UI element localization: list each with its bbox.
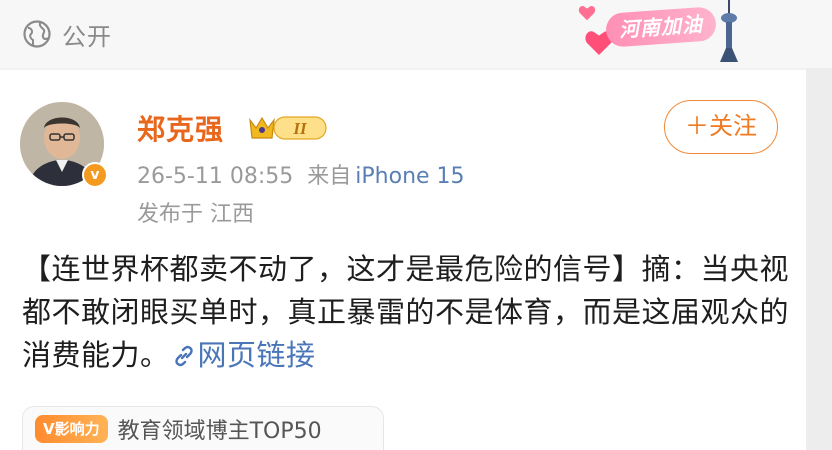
influence-tag-text: 教育领域博主TOP50: [117, 418, 322, 444]
region-sticker: 河南加油: [578, 0, 748, 64]
globe-icon: [23, 20, 51, 48]
source-label: 来自: [307, 164, 352, 189]
post-content: 【连世界杯都卖不动了，这才是最危险的信号】摘：当央视都不敢闭眼买单时，真正暴雷的…: [22, 248, 792, 377]
post-location: 发布于 江西: [137, 202, 254, 227]
web-link[interactable]: 网页链接: [170, 338, 316, 372]
visibility-indicator[interactable]: 公开: [22, 14, 112, 54]
web-link-label: 网页链接: [197, 338, 316, 372]
post-meta: 26-5-11 08:55 来自 iPhone 15: [137, 158, 465, 190]
author-name[interactable]: 郑克强: [137, 108, 224, 148]
post-text: 【连世界杯都卖不动了，这才是最危险的信号】摘：当央视都不敢闭眼买单时，真正暴雷的…: [22, 252, 790, 372]
post-time: 26-5-11 08:55: [137, 164, 294, 189]
follow-button[interactable]: ＋关注: [664, 100, 778, 154]
influence-badge: V影响力: [35, 414, 108, 443]
post-card: v 郑克强 II 26-5-11 08:55 来自 iPhone 15 发布于 江西…: [0, 70, 806, 450]
top-bar: 公开 河南加油: [0, 0, 832, 68]
visibility-label: 公开: [62, 22, 112, 51]
avatar[interactable]: v: [20, 102, 110, 192]
tower-icon: [720, 0, 738, 62]
side-strip: [806, 68, 832, 450]
heart-icon: [578, 5, 596, 21]
device-name: iPhone 15: [355, 164, 465, 189]
link-icon: [174, 345, 193, 367]
sticker-text: 河南加油: [604, 6, 718, 48]
verified-icon: v: [82, 162, 108, 188]
member-level: II: [292, 119, 308, 138]
crown-icon: II: [249, 116, 327, 140]
influence-tag[interactable]: V影响力 教育领域博主TOP50: [22, 406, 384, 450]
